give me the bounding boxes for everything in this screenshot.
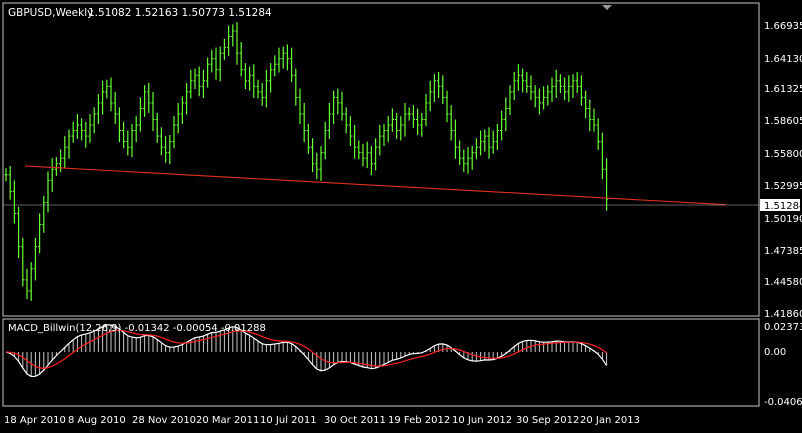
symbol-title: GBPUSD,Weekly [8, 7, 93, 19]
chart-window[interactable]: GBPUSD,Weekly 1.51082 1.52163 1.50773 1.… [0, 0, 802, 429]
time-axis: 18 Apr 2010 8 Aug 2010 28 Nov 2010 20 Ma… [4, 415, 640, 426]
macd-tick: 0.02373 [764, 322, 802, 333]
time-label: 10 Jul 2011 [260, 415, 317, 426]
time-label: 8 Aug 2010 [68, 415, 126, 426]
price-tick: 1.55800 [764, 149, 802, 160]
price-tick: 1.47385 [764, 246, 802, 257]
price-tick: 1.66935 [764, 21, 802, 32]
macd-title: MACD_Billwin(12,26,9) -0.01342 -0.00054 … [8, 323, 266, 334]
time-label: 30 Sep 2012 [516, 415, 579, 426]
macd-tick: 0.00 [764, 347, 786, 358]
chart-canvas[interactable]: GBPUSD,Weekly 1.51082 1.52163 1.50773 1.… [0, 0, 802, 429]
ohlc-values: 1.51082 1.52163 1.50773 1.51284 [88, 7, 272, 19]
price-tick: 1.64130 [764, 54, 802, 65]
price-tick: 1.50190 [764, 214, 802, 225]
time-label: 20 Jan 2013 [580, 415, 640, 426]
price-panel[interactable] [2, 2, 760, 317]
price-tick: 1.58605 [764, 116, 802, 127]
macd-tick: -0.04068 [764, 397, 802, 408]
price-tick: 1.44580 [764, 277, 802, 288]
price-tick: 1.41860 [764, 309, 802, 320]
time-label: 30 Oct 2011 [324, 415, 386, 426]
time-label: 19 Feb 2012 [388, 415, 450, 426]
price-tick: 1.52995 [764, 181, 802, 192]
price-tick: 1.61325 [764, 84, 802, 95]
time-label: 20 Mar 2011 [196, 415, 259, 426]
time-label: 10 Jun 2012 [452, 415, 512, 426]
time-label: 28 Nov 2010 [132, 415, 196, 426]
current-price-label: 1.51284 [764, 201, 802, 212]
time-label: 18 Apr 2010 [4, 415, 66, 426]
price-axis: 1.66935 1.64130 1.61325 1.58605 1.55800 … [760, 21, 802, 320]
